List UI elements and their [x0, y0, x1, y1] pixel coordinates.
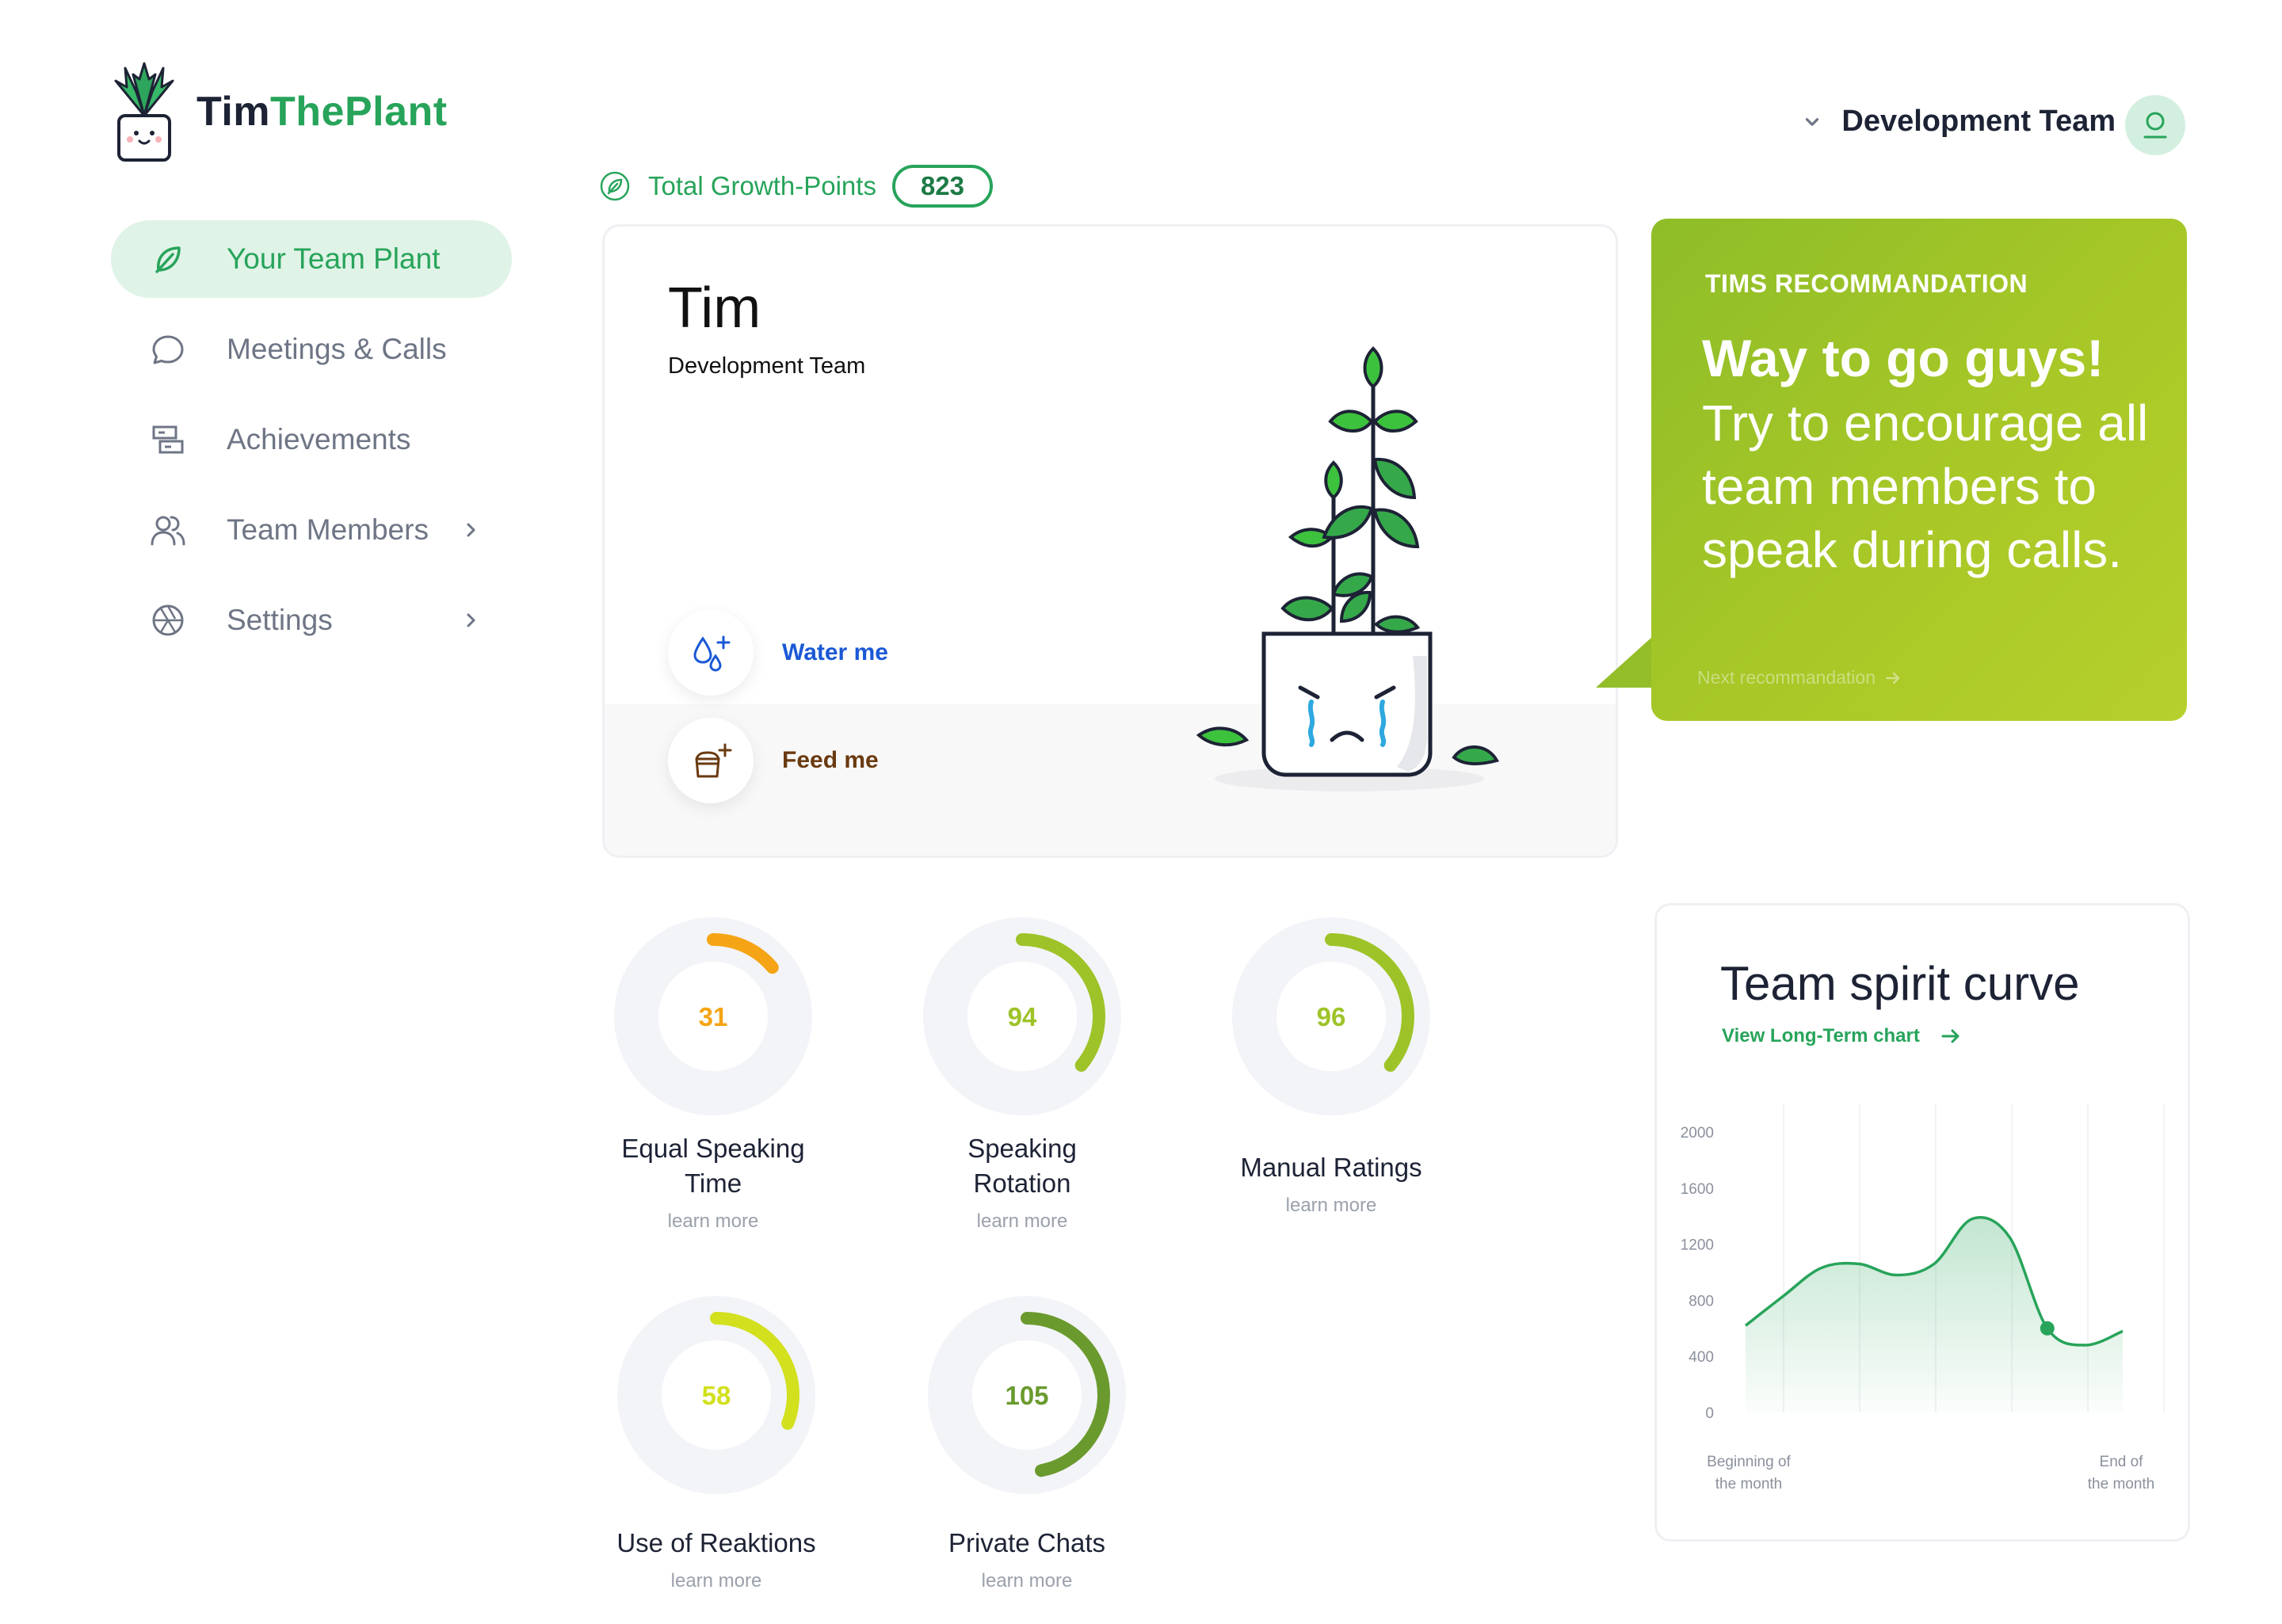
recommendation-title: TIMS RECOMMANDATION	[1705, 269, 2028, 298]
water-button-circle	[668, 610, 754, 696]
y-tick-label: 400	[1689, 1349, 1714, 1366]
chevron-right-icon	[467, 613, 475, 627]
sidebar-item-achievements[interactable]: Achievements	[111, 401, 512, 478]
user-icon	[2143, 112, 2167, 139]
plant-team: Development Team	[668, 353, 866, 379]
metric-ring: 96	[1232, 917, 1430, 1115]
feed-button[interactable]: Feed me	[668, 718, 879, 803]
app-logo[interactable]: TimThePlant	[109, 60, 448, 163]
recommendation-headline: Way to go guys!	[1702, 329, 2105, 387]
arrow-right-icon	[1885, 672, 1900, 684]
recommendation-card: TIMS RECOMMANDATION Way to go guys! Try …	[1651, 219, 2187, 721]
fertilizer-bag-plus-icon	[695, 743, 732, 778]
metric-ring: 31	[614, 917, 812, 1115]
metric-gauge: 31 Equal Speaking Time learn more	[594, 917, 832, 1266]
metric-label: Speaking Rotation	[967, 1134, 1077, 1198]
metric-ring: 58	[617, 1296, 815, 1494]
metric-gauge: 94 Speaking Rotation learn more	[903, 917, 1141, 1266]
learn-more-link[interactable]: learn more	[597, 1570, 835, 1592]
learn-more-link[interactable]: learn more	[903, 1210, 1141, 1233]
team-selector[interactable]: Development Team	[1802, 105, 2116, 139]
chevron-right-icon	[467, 523, 475, 537]
metric-value: 58	[702, 1381, 731, 1410]
metric-ring: 105	[928, 1296, 1126, 1494]
sidebar-item-label: Settings	[227, 604, 333, 636]
chat-bubble-icon	[152, 335, 184, 364]
chart-area-fill	[1746, 1217, 2123, 1412]
metric-label: Equal Speaking Time	[621, 1134, 805, 1198]
sidebar-item-team-members[interactable]: Team Members	[111, 491, 512, 569]
users-icon	[151, 516, 185, 546]
water-drops-plus-icon	[693, 635, 731, 672]
y-tick-label: 1600	[1681, 1181, 1714, 1198]
learn-more-link[interactable]: learn more	[908, 1570, 1146, 1592]
y-tick-label: 1200	[1681, 1237, 1714, 1254]
metric-gauge: 105 Private Chats learn more	[908, 1296, 1146, 1624]
sad-plant-illustration	[1196, 346, 1499, 791]
feed-button-circle	[668, 718, 754, 803]
sidebar-item-label: Team Members	[227, 513, 429, 546]
metric-gauge: 96 Manual Ratings learn more	[1212, 917, 1450, 1266]
metric-value: 105	[1005, 1381, 1048, 1410]
sidebar-item-label: Achievements	[227, 423, 411, 456]
next-recommendation-label: Next recommandation	[1697, 667, 1876, 688]
plant-pot-logo-icon	[114, 62, 174, 162]
y-tick-label: 2000	[1681, 1125, 1714, 1142]
sidebar-item-team-plant[interactable]: Your Team Plant	[111, 220, 512, 298]
team-selector-label: Development Team	[1841, 105, 2116, 138]
growth-points-badge: 823	[891, 165, 994, 208]
plant-card: Tim Development Team Water me Feed me	[602, 224, 1618, 858]
logo-text-part1: Tim	[197, 89, 271, 135]
metric-value: 96	[1317, 1002, 1346, 1031]
water-button-label: Water me	[782, 639, 888, 665]
sidebar-item-label: Meetings & Calls	[227, 333, 447, 365]
recommendation-tail	[1596, 631, 1659, 688]
learn-more-link[interactable]: learn more	[1212, 1195, 1450, 1217]
plant-name: Tim	[668, 276, 761, 340]
sidebar-item-settings[interactable]: Settings	[111, 581, 512, 659]
water-button[interactable]: Water me	[668, 610, 888, 696]
metric-ring: 94	[923, 917, 1121, 1115]
metric-label: Private Chats	[948, 1528, 1106, 1557]
user-avatar[interactable]	[2125, 95, 2185, 155]
growth-points: Total Growth-Points 823	[599, 165, 994, 208]
x-end-label: End of the month	[2088, 1454, 2155, 1492]
y-tick-label: 0	[1705, 1405, 1714, 1422]
logo-text-part2: ThePlant	[270, 89, 448, 135]
metric-label: Manual Ratings	[1240, 1153, 1422, 1182]
leaf-icon	[155, 246, 181, 273]
feed-button-label: Feed me	[782, 747, 879, 773]
next-recommendation-link[interactable]: Next recommandation	[1697, 667, 1902, 688]
achievements-icon	[152, 425, 184, 454]
growth-points-label: Total Growth-Points	[648, 171, 876, 200]
sidebar-nav: Your Team Plant Meetings & Calls Achieve…	[111, 220, 512, 672]
metric-gauge: 58 Use of Reaktions learn more	[597, 1296, 835, 1624]
learn-more-link[interactable]: learn more	[594, 1210, 832, 1233]
metric-label: Use of Reaktions	[616, 1528, 816, 1557]
chart-highlight-point[interactable]	[2040, 1321, 2055, 1336]
sidebar-item-label: Your Team Plant	[227, 242, 441, 275]
team-spirit-chart: 2000 1600 1200 800 400 0 Beginning of the month…	[1681, 1104, 2165, 1492]
y-tick-label: 800	[1689, 1293, 1714, 1309]
metric-value: 31	[699, 1002, 728, 1031]
sidebar-item-meetings[interactable]: Meetings & Calls	[111, 311, 512, 388]
team-spirit-card: Team spirit curve View Long-Term chart 2…	[1654, 903, 2190, 1542]
chevron-down-icon	[1806, 117, 1819, 126]
aperture-icon	[152, 604, 184, 636]
metric-value: 94	[1008, 1002, 1037, 1031]
leaf-circle-icon	[600, 171, 630, 201]
recommendation-body: Try to encourage all team members to spe…	[1702, 395, 2149, 578]
x-start-label: Beginning of the month	[1707, 1454, 1791, 1492]
